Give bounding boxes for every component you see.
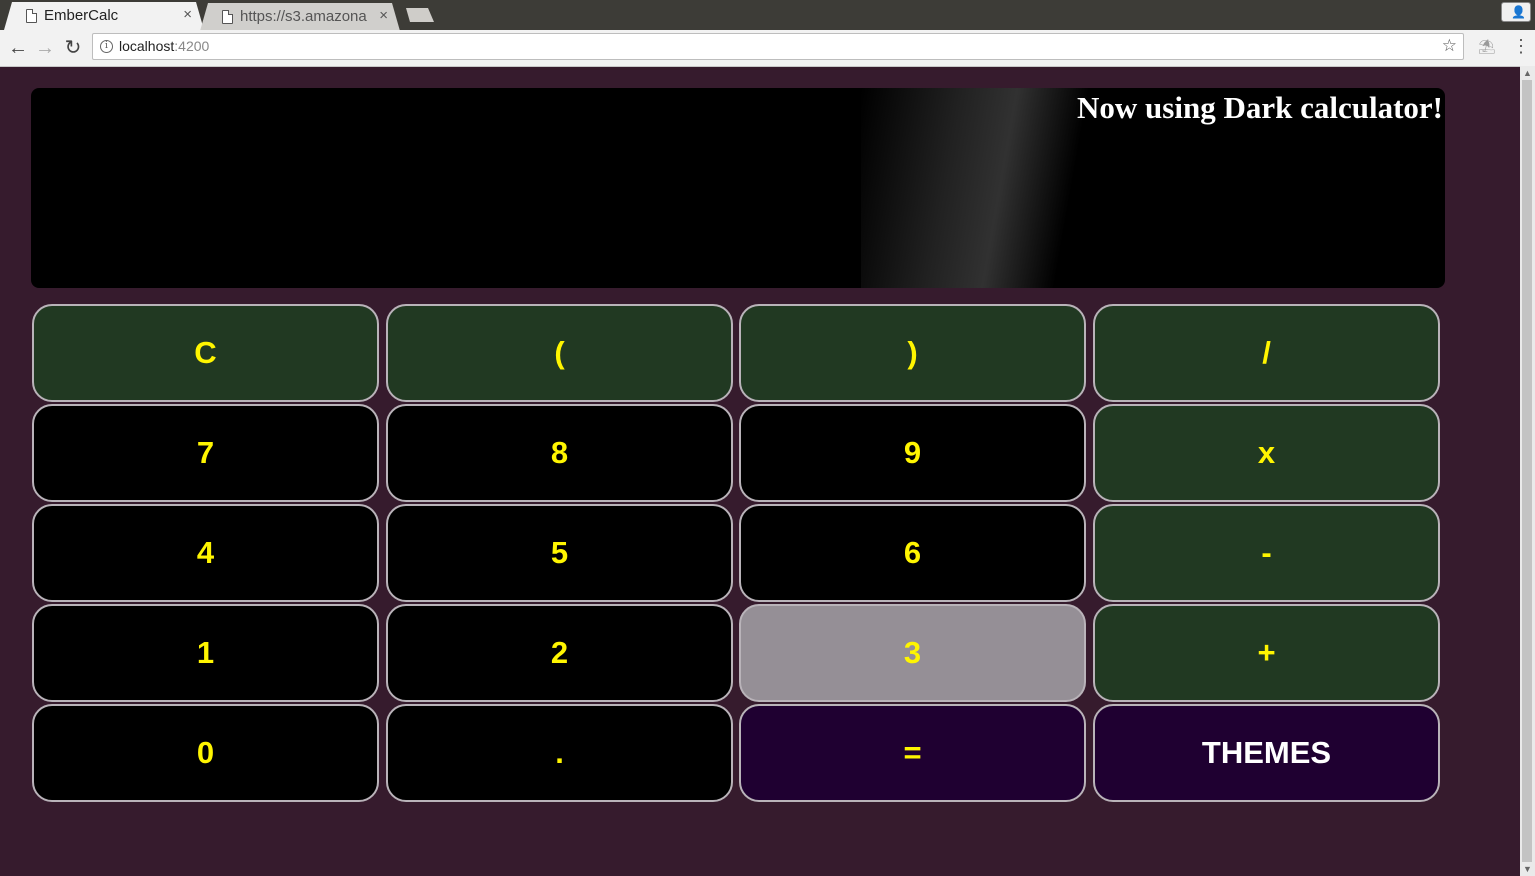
left-paren-button[interactable]: ( (386, 304, 733, 402)
tab-title: https://s3.amazona (240, 8, 367, 25)
scroll-down-arrow-icon[interactable]: ▼ (1523, 864, 1532, 874)
tab-s3-amazon[interactable]: https://s3.amazona × (200, 3, 400, 30)
decimal-button[interactable]: . (386, 704, 733, 802)
clear-button[interactable]: C (32, 304, 379, 402)
multiply-button[interactable]: x (1093, 404, 1440, 502)
url-port: :4200 (174, 38, 210, 54)
digit-9-button[interactable]: 9 (739, 404, 1086, 502)
digit-0-button[interactable]: 0 (32, 704, 379, 802)
digit-5-button[interactable]: 5 (386, 504, 733, 602)
digit-6-button[interactable]: 6 (739, 504, 1086, 602)
subtract-button[interactable]: - (1093, 504, 1440, 602)
scrollbar-thumb[interactable] (1522, 80, 1532, 862)
equals-button[interactable]: = (739, 704, 1086, 802)
address-bar[interactable]: i localhost:4200 ☆ (92, 33, 1464, 60)
digit-8-button[interactable]: 8 (386, 404, 733, 502)
forward-button[interactable]: → (33, 36, 57, 60)
digit-2-button[interactable]: 2 (386, 604, 733, 702)
themes-button[interactable]: THEMES (1093, 704, 1440, 802)
display-message: Now using Dark calculator! (1077, 90, 1443, 125)
browser-toolbar: ← → ↻ i localhost:4200 ☆ ⛱ ⋮ (0, 30, 1535, 67)
scroll-up-arrow-icon[interactable]: ▲ (1523, 68, 1532, 78)
digit-3-button[interactable]: 3 (739, 604, 1086, 702)
document-icon (26, 9, 37, 23)
url-host: localhost (119, 38, 175, 54)
browser-menu-icon[interactable]: ⋮ (1512, 36, 1530, 56)
display-glare (861, 88, 1111, 288)
tab-close-icon[interactable]: × (183, 6, 192, 23)
digit-7-button[interactable]: 7 (32, 404, 379, 502)
reload-button[interactable]: ↻ (61, 36, 85, 60)
url-text: localhost:4200 (119, 38, 209, 54)
user-icon: 👤 (1511, 5, 1526, 19)
back-button[interactable]: ← (6, 36, 30, 60)
calculator-display: Now using Dark calculator! (31, 88, 1445, 288)
digit-4-button[interactable]: 4 (32, 504, 379, 602)
bookmark-star-icon[interactable]: ☆ (1442, 36, 1457, 56)
browser-tab-strip: EmberCalc × https://s3.amazona × 👤 (0, 0, 1535, 30)
add-button[interactable]: + (1093, 604, 1440, 702)
document-icon (222, 10, 233, 24)
page-scrollbar[interactable]: ▲ ▼ (1520, 66, 1535, 876)
new-tab-button[interactable] (406, 8, 434, 22)
divide-button[interactable]: / (1093, 304, 1440, 402)
right-paren-button[interactable]: ) (739, 304, 1086, 402)
tab-close-icon[interactable]: × (379, 7, 388, 24)
info-icon[interactable]: i (100, 40, 113, 53)
tab-embercalc[interactable]: EmberCalc × (4, 2, 204, 30)
tab-title: EmberCalc (44, 7, 119, 24)
profile-button[interactable]: 👤 (1501, 2, 1531, 22)
extension-icon[interactable]: ⛱ (1478, 38, 1496, 55)
digit-1-button[interactable]: 1 (32, 604, 379, 702)
